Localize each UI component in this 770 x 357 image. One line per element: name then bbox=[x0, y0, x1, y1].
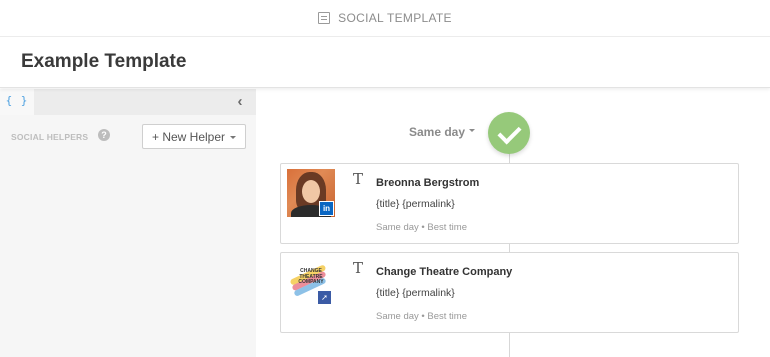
header-title: SOCIAL TEMPLATE bbox=[338, 11, 452, 25]
post-schedule-meta: Same day • Best time bbox=[376, 311, 467, 322]
new-helper-label: + New Helper bbox=[151, 129, 226, 144]
facebook-icon: ➚ bbox=[318, 291, 331, 304]
post-card[interactable]: CHANGE THEATRE COMPANY ➚ T Change Theatr… bbox=[280, 252, 739, 333]
text-post-icon: T bbox=[353, 259, 364, 277]
top-header: SOCIAL TEMPLATE bbox=[0, 0, 770, 37]
page-title: Example Template bbox=[21, 51, 187, 72]
chevron-left-icon[interactable]: ‹ bbox=[234, 93, 246, 111]
caret-down-icon bbox=[230, 135, 237, 139]
social-helpers-sidebar: { } ‹ SOCIAL HELPERS ? + New Helper bbox=[0, 89, 256, 357]
post-card[interactable]: in T Breonna Bergstrom {title} {permalin… bbox=[280, 163, 739, 244]
template-icon bbox=[318, 12, 331, 24]
code-braces-icon[interactable]: { } bbox=[0, 89, 34, 115]
check-icon[interactable] bbox=[488, 112, 530, 154]
schedule-label: Same day bbox=[409, 125, 466, 139]
theatre-logo: CHANGE THEATRE COMPANY bbox=[298, 268, 324, 285]
post-body: {title} {permalink} bbox=[376, 198, 455, 210]
help-icon[interactable]: ? bbox=[98, 129, 110, 141]
schedule-dropdown[interactable]: Same day bbox=[409, 125, 476, 139]
post-account-name: Change Theatre Company bbox=[376, 266, 513, 278]
post-schedule-meta: Same day • Best time bbox=[376, 222, 467, 233]
linkedin-icon: in bbox=[319, 201, 334, 216]
new-helper-button[interactable]: + New Helper bbox=[142, 124, 246, 149]
avatar: in bbox=[287, 169, 335, 217]
title-bar: Example Template bbox=[0, 37, 770, 88]
sidebar-toolbar: { } ‹ bbox=[0, 89, 256, 115]
social-helpers-label: SOCIAL HELPERS bbox=[11, 132, 89, 142]
post-account-name: Breonna Bergstrom bbox=[376, 177, 480, 189]
caret-down-icon bbox=[469, 128, 476, 132]
text-post-icon: T bbox=[353, 170, 364, 188]
post-body: {title} {permalink} bbox=[376, 287, 455, 299]
avatar: CHANGE THEATRE COMPANY ➚ bbox=[287, 258, 335, 306]
